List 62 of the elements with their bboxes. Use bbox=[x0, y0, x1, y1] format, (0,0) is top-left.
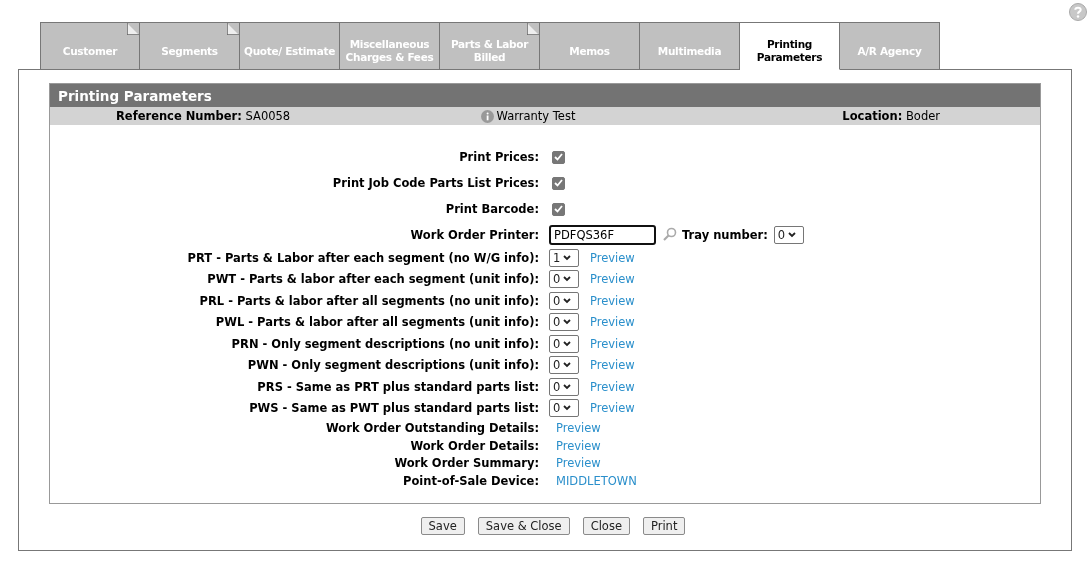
preview-link[interactable]: Preview bbox=[590, 315, 635, 330]
info-icon bbox=[480, 109, 494, 123]
field-label: Tray number: bbox=[682, 227, 768, 242]
field-label: Print Barcode: bbox=[444, 202, 540, 216]
field-label: PWN - Only segment descriptions (unit info): bbox=[246, 358, 540, 373]
reference-number: Reference Number: SA0058 bbox=[116, 109, 292, 123]
chevron-down-icon bbox=[563, 319, 572, 326]
tab[interactable]: Printing Parameters bbox=[740, 22, 840, 70]
action-button[interactable]: Save & Close bbox=[477, 517, 570, 535]
chevron-down-icon bbox=[563, 297, 572, 304]
field-label: PRT - Parts & Labor after each segment (no W/G info): bbox=[186, 250, 540, 265]
preview-link[interactable]: Preview bbox=[590, 358, 635, 373]
number-select[interactable]: 0 bbox=[549, 377, 579, 396]
number-select[interactable]: 0 bbox=[549, 270, 579, 289]
field-label: PWL - Parts & labor after all segments (unit info): bbox=[214, 315, 540, 330]
chevron-down-icon bbox=[788, 231, 797, 238]
chevron-down-icon bbox=[563, 405, 572, 412]
location-text: Location: Boder bbox=[842, 109, 940, 123]
number-select[interactable]: 0 bbox=[549, 313, 579, 332]
chevron-down-icon bbox=[563, 383, 572, 390]
preview-link[interactable]: Preview bbox=[590, 250, 635, 265]
checkbox[interactable] bbox=[552, 202, 565, 216]
preview-link[interactable]: Preview bbox=[590, 272, 635, 287]
preview-link[interactable]: Preview bbox=[590, 293, 635, 308]
number-select[interactable]: 0 bbox=[549, 399, 579, 418]
number-select[interactable]: 0 bbox=[773, 225, 804, 244]
preview-link[interactable]: MIDDLETOWN bbox=[556, 473, 637, 488]
field-label: Point-of-Sale Device: bbox=[402, 473, 540, 488]
chevron-down-icon bbox=[563, 254, 572, 261]
field-label: Print Job Code Parts List Prices: bbox=[331, 176, 540, 190]
description-text: Warranty Test bbox=[496, 109, 576, 123]
field-label: Print Prices: bbox=[458, 150, 540, 164]
section-title: Printing Parameters bbox=[50, 84, 1040, 107]
field-label: PWS - Same as PWT plus standard parts list: bbox=[248, 401, 540, 416]
preview-link[interactable]: Preview bbox=[590, 336, 635, 351]
field-label: Work Order Details: bbox=[409, 438, 540, 453]
field-label: PRS - Same as PRT plus standard parts list: bbox=[256, 379, 540, 394]
chevron-down-icon bbox=[563, 362, 572, 369]
number-select[interactable]: 1 bbox=[549, 248, 579, 267]
action-button[interactable]: Save bbox=[420, 517, 465, 535]
field-label: Work Order Outstanding Details: bbox=[325, 420, 540, 435]
field-label: PRN - Only segment descriptions (no unit info): bbox=[230, 336, 540, 351]
preview-link[interactable]: Preview bbox=[556, 456, 601, 471]
preview-link[interactable]: Preview bbox=[590, 401, 635, 416]
chevron-down-icon bbox=[563, 276, 572, 283]
field-label: PWT - Parts & labor after each segment (unit info): bbox=[206, 272, 540, 287]
field-label: PRL - Parts & labor after all segments (no unit info): bbox=[198, 293, 540, 308]
preview-link[interactable]: Preview bbox=[556, 420, 601, 435]
number-select[interactable]: 0 bbox=[549, 334, 579, 353]
checkbox[interactable] bbox=[552, 150, 565, 164]
number-select[interactable]: 0 bbox=[549, 291, 579, 310]
chevron-down-icon bbox=[563, 340, 572, 347]
search-icon[interactable] bbox=[662, 227, 677, 242]
checkbox[interactable] bbox=[552, 176, 565, 190]
printer-field[interactable]: PDFQS36F bbox=[549, 224, 656, 245]
field-label: Work Order Printer: bbox=[409, 227, 540, 242]
preview-link[interactable]: Preview bbox=[590, 379, 635, 394]
field-label: Work Order Summary: bbox=[393, 456, 540, 471]
action-button[interactable]: Close bbox=[582, 517, 630, 535]
number-select[interactable]: 0 bbox=[549, 356, 579, 375]
action-button[interactable]: Print bbox=[642, 517, 686, 535]
preview-link[interactable]: Preview bbox=[556, 438, 601, 453]
